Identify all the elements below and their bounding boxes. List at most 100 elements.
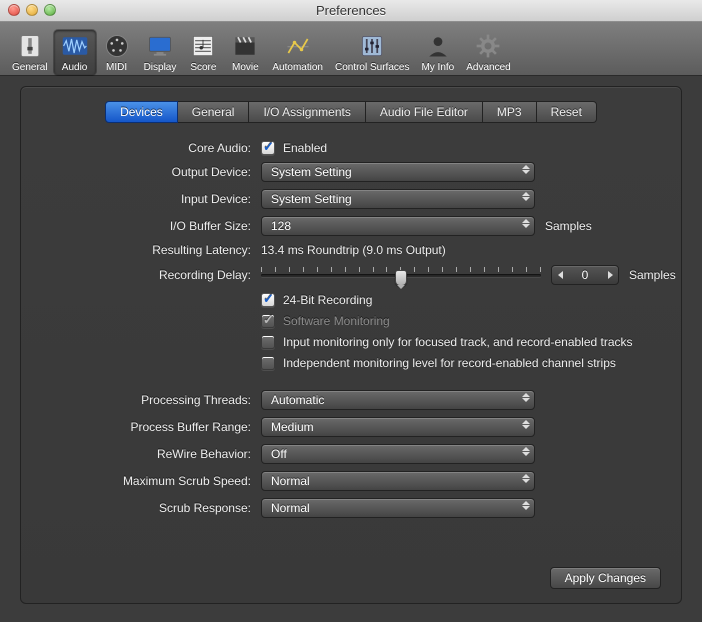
label-processing-threads: Processing Threads: bbox=[45, 393, 261, 407]
titlebar: Preferences bbox=[0, 0, 702, 22]
form: Core Audio: Enabled Output Device: Syste… bbox=[45, 141, 657, 518]
panel: Devices General I/O Assignments Audio Fi… bbox=[20, 86, 682, 604]
updown-icon bbox=[522, 393, 530, 402]
select-value: 128 bbox=[271, 219, 291, 233]
apply-changes-button[interactable]: Apply Changes bbox=[550, 567, 661, 589]
select-value: Medium bbox=[271, 420, 314, 434]
label-process-buffer-range: Process Buffer Range: bbox=[45, 420, 261, 434]
tb-label: MIDI bbox=[106, 62, 127, 73]
select-processing-threads[interactable]: Automatic bbox=[261, 390, 535, 410]
stepper-down[interactable] bbox=[552, 266, 568, 284]
select-process-buffer-range[interactable]: Medium bbox=[261, 417, 535, 437]
segmented-tabs: Devices General I/O Assignments Audio Fi… bbox=[45, 101, 657, 123]
cb-label: Input monitoring only for focused track,… bbox=[283, 335, 633, 349]
stepper-recording-delay[interactable]: 0 bbox=[551, 265, 619, 285]
select-value: Off bbox=[271, 447, 287, 461]
cb-independent-monitoring[interactable]: Independent monitoring level for record-… bbox=[261, 356, 616, 370]
updown-icon bbox=[522, 501, 530, 510]
tab-reset[interactable]: Reset bbox=[537, 101, 597, 123]
select-io-buffer[interactable]: 128 bbox=[261, 216, 535, 236]
waveform-icon bbox=[60, 31, 90, 61]
midi-icon bbox=[102, 31, 132, 61]
select-value: System Setting bbox=[271, 165, 352, 179]
label-core-audio: Core Audio: bbox=[45, 141, 261, 155]
tb-label: Control Surfaces bbox=[335, 62, 409, 73]
tb-control-surfaces[interactable]: Control Surfaces bbox=[329, 30, 415, 75]
updown-icon bbox=[522, 192, 530, 201]
tab-devices[interactable]: Devices bbox=[105, 101, 178, 123]
cb-label: Independent monitoring level for record-… bbox=[283, 356, 616, 370]
slider-icon bbox=[15, 31, 45, 61]
tb-label: Movie bbox=[232, 62, 259, 73]
close-button[interactable] bbox=[8, 4, 20, 16]
cb-enabled[interactable]: Enabled bbox=[261, 141, 327, 155]
tb-general[interactable]: General bbox=[6, 30, 54, 75]
tb-label: Score bbox=[190, 62, 216, 73]
updown-icon bbox=[522, 165, 530, 174]
tb-score[interactable]: Score bbox=[182, 30, 224, 75]
tab-io-assignments[interactable]: I/O Assignments bbox=[249, 101, 365, 123]
delay-suffix: Samples bbox=[629, 268, 676, 282]
select-rewire-behavior[interactable]: Off bbox=[261, 444, 535, 464]
tab-audio-file-editor[interactable]: Audio File Editor bbox=[366, 101, 483, 123]
select-value: Normal bbox=[271, 474, 310, 488]
tb-label: Display bbox=[144, 62, 177, 73]
label-rewire-behavior: ReWire Behavior: bbox=[45, 447, 261, 461]
zoom-button[interactable] bbox=[44, 4, 56, 16]
tb-movie[interactable]: Movie bbox=[224, 30, 266, 75]
clapper-icon bbox=[230, 31, 260, 61]
checkbox-icon bbox=[261, 141, 275, 155]
tb-display[interactable]: Display bbox=[138, 30, 183, 75]
label-max-scrub-speed: Maximum Scrub Speed: bbox=[45, 474, 261, 488]
apply-row: Apply Changes bbox=[550, 567, 661, 589]
updown-icon bbox=[522, 420, 530, 429]
updown-icon bbox=[522, 447, 530, 456]
cb-24bit[interactable]: 24-Bit Recording bbox=[261, 293, 372, 307]
content-area: Devices General I/O Assignments Audio Fi… bbox=[0, 76, 702, 622]
label-recording-delay: Recording Delay: bbox=[45, 268, 261, 282]
checkbox-icon bbox=[261, 356, 275, 370]
label-input-device: Input Device: bbox=[45, 192, 261, 206]
toolbar: General Audio MIDI Display Score Movie A… bbox=[0, 22, 702, 76]
person-icon bbox=[423, 31, 453, 61]
select-value: Normal bbox=[271, 501, 310, 515]
updown-icon bbox=[522, 219, 530, 228]
select-value: Automatic bbox=[271, 393, 324, 407]
faders-icon bbox=[357, 31, 387, 61]
cb-label: Enabled bbox=[283, 141, 327, 155]
updown-icon bbox=[522, 474, 530, 483]
stepper-up[interactable] bbox=[602, 266, 618, 284]
automation-icon bbox=[283, 31, 313, 61]
stepper-value: 0 bbox=[568, 268, 602, 282]
slider-knob[interactable] bbox=[395, 270, 407, 286]
cb-label: 24-Bit Recording bbox=[283, 293, 372, 307]
tb-advanced[interactable]: Advanced bbox=[460, 30, 516, 75]
cb-software-monitoring: Software Monitoring bbox=[261, 314, 390, 328]
checkbox-icon bbox=[261, 335, 275, 349]
triangle-right-icon bbox=[608, 271, 613, 279]
tb-label: Audio bbox=[62, 62, 88, 73]
tb-audio[interactable]: Audio bbox=[54, 30, 96, 75]
cb-input-monitoring[interactable]: Input monitoring only for focused track,… bbox=[261, 335, 633, 349]
select-max-scrub-speed[interactable]: Normal bbox=[261, 471, 535, 491]
select-output-device[interactable]: System Setting bbox=[261, 162, 535, 182]
latency-value: 13.4 ms Roundtrip (9.0 ms Output) bbox=[261, 243, 446, 257]
tab-general[interactable]: General bbox=[178, 101, 250, 123]
tb-midi[interactable]: MIDI bbox=[96, 30, 138, 75]
label-scrub-response: Scrub Response: bbox=[45, 501, 261, 515]
label-latency: Resulting Latency: bbox=[45, 243, 261, 257]
minimize-button[interactable] bbox=[26, 4, 38, 16]
tab-mp3[interactable]: MP3 bbox=[483, 101, 537, 123]
select-scrub-response[interactable]: Normal bbox=[261, 498, 535, 518]
window-controls bbox=[8, 4, 56, 16]
tb-my-info[interactable]: My Info bbox=[415, 30, 460, 75]
slider-recording-delay[interactable] bbox=[261, 264, 541, 286]
select-input-device[interactable]: System Setting bbox=[261, 189, 535, 209]
display-icon bbox=[145, 31, 175, 61]
checkbox-icon bbox=[261, 293, 275, 307]
cb-label: Software Monitoring bbox=[283, 314, 390, 328]
triangle-left-icon bbox=[558, 271, 563, 279]
window-title: Preferences bbox=[316, 3, 386, 18]
tb-label: General bbox=[12, 62, 48, 73]
tb-automation[interactable]: Automation bbox=[266, 30, 329, 75]
